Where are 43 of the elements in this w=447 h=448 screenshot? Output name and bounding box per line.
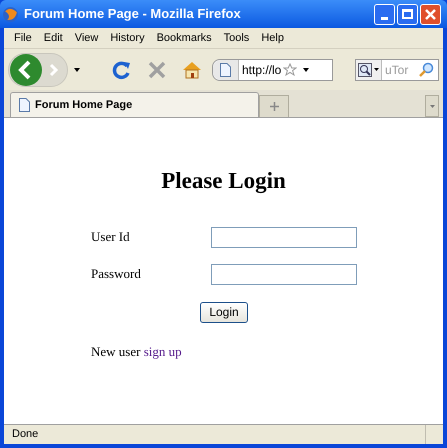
dropdown-icon[interactable] (74, 68, 80, 72)
status-text: Done (11, 427, 40, 442)
browser-tab[interactable]: Forum Home Page (10, 92, 259, 117)
star-icon[interactable] (283, 62, 298, 76)
caret-icon (374, 68, 379, 71)
reload-icon[interactable] (112, 60, 132, 80)
back-icon (9, 52, 45, 86)
close-icon (425, 8, 436, 20)
close-button[interactable] (420, 4, 441, 24)
signup-link[interactable]: sign up (144, 344, 182, 358)
menu-item[interactable]: File (8, 30, 38, 46)
new-tab-button[interactable] (259, 95, 289, 117)
menu-item[interactable]: Help (255, 30, 290, 46)
tab-list-button[interactable] (425, 95, 439, 117)
signup-text: New user sign up (91, 342, 183, 361)
page-icon (220, 62, 231, 76)
menu-item[interactable]: Bookmarks (150, 30, 218, 46)
field-label: User Id (91, 228, 131, 246)
input-field[interactable] (211, 264, 357, 284)
menu-item[interactable]: Tools (218, 30, 256, 46)
login-button[interactable]: Login (200, 302, 248, 322)
address-bar[interactable]: http://lo (212, 58, 333, 80)
search-icon[interactable] (418, 62, 434, 78)
field-label: Password (91, 265, 142, 284)
globe-icon (2, 6, 19, 22)
menu-item[interactable]: Edit (38, 30, 69, 46)
minimize-button[interactable] (374, 4, 395, 24)
plus-icon (270, 102, 278, 111)
dropdown-icon[interactable] (303, 68, 310, 72)
window-title: Forum Home Page - Mozilla Firefox (24, 5, 242, 24)
maximize-button[interactable] (397, 4, 418, 24)
page-heading: Please Login (160, 167, 287, 196)
magnifier-icon (358, 62, 372, 76)
page-icon (19, 98, 30, 112)
caret-icon (430, 104, 434, 108)
menu-item[interactable]: History (104, 30, 151, 46)
input-field[interactable] (211, 226, 357, 248)
search-engine-button[interactable] (356, 60, 382, 80)
home-icon[interactable] (182, 60, 202, 78)
search-bar[interactable]: uTor (355, 58, 439, 80)
search-field[interactable]: uTor (382, 60, 418, 78)
menu-item[interactable]: View (68, 30, 104, 46)
back-forward-button[interactable] (8, 52, 68, 86)
